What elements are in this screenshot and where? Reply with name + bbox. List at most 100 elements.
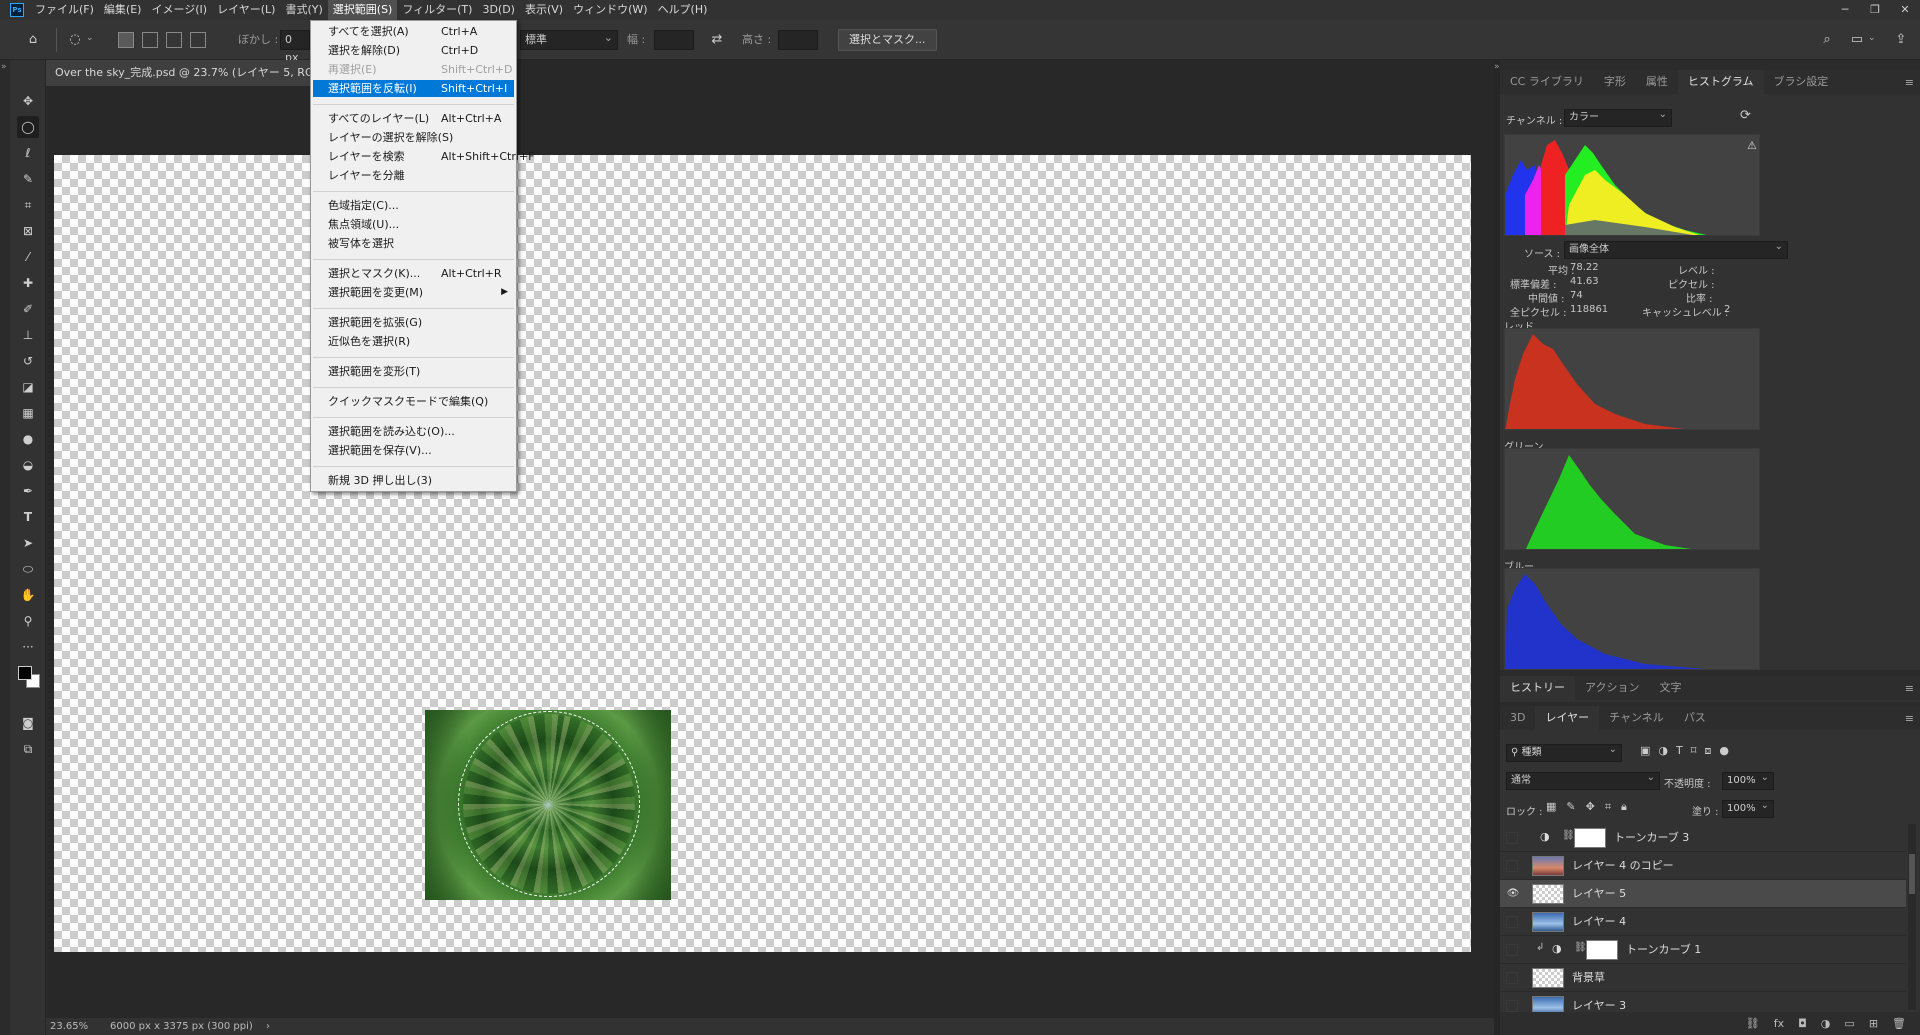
panel-tab[interactable]: ヒストグラム [1677,70,1764,94]
lock-position-icon[interactable]: ✥ [1586,800,1595,814]
menu-item[interactable]: フィルター(T) [397,0,477,20]
type-filter-icon[interactable]: T [1676,744,1683,758]
visibility-toggle[interactable] [1506,972,1518,984]
restore-icon[interactable]: ❐ [1860,0,1890,20]
adjustment-filter-icon[interactable]: ◑ [1658,744,1668,758]
delete-layer-icon[interactable]: 🗑︎ [1892,1017,1906,1030]
layer-name[interactable]: 背景草 [1572,964,1605,992]
link-icon[interactable]: ⛓ [1574,942,1587,953]
panel-tab[interactable]: パス [1674,706,1716,730]
history-brush-tool-icon[interactable]: ↺ [17,350,39,372]
layer-thumbnail[interactable] [1532,884,1564,904]
select-menu-item[interactable]: 選択範囲を変形(T) [313,363,514,380]
layer-name[interactable]: レイヤー 4 [1572,908,1626,936]
quick-mask-icon[interactable]: ◙ [17,712,39,734]
menu-item[interactable]: 書式(Y) [280,0,327,20]
panel-tab[interactable]: 属性 [1636,70,1678,94]
layer-name[interactable]: トーンカーブ 1 [1626,936,1701,964]
select-menu-item[interactable]: すべてのレイヤー(L) Alt+Ctrl+A [313,110,514,127]
layer-row[interactable]: 👁︎ レイヤー 5 [1500,880,1906,908]
shape-filter-icon[interactable]: ⌑ [1691,744,1697,758]
visibility-toggle[interactable] [1506,1000,1518,1012]
close-icon[interactable]: ✕ [1890,0,1920,20]
move-tool-icon[interactable]: ✥ [17,90,39,112]
menu-item[interactable]: 表示(V) [520,0,568,20]
refresh-icon[interactable]: ⟳ [1740,108,1751,123]
subtract-selection-mode-icon[interactable] [166,32,182,48]
dodge-tool-icon[interactable]: ◒ [17,454,39,476]
lock-all-icon[interactable]: 🔒︎ [1621,800,1627,814]
edit-toolbar-icon[interactable]: ··· [17,636,39,658]
elliptical-marquee-tool-icon[interactable]: ◯ [17,116,39,138]
source-select[interactable]: 画像全体 [1564,239,1788,259]
elliptical-marquee-preset-icon[interactable]: ◌ [64,29,86,51]
visibility-toggle[interactable] [1506,944,1518,956]
select-menu-item[interactable]: 色域指定(C)... [313,197,514,214]
panel-menu-icon[interactable]: ≡ [1905,712,1914,725]
panel-tab[interactable]: ヒストリー [1500,676,1575,700]
layer-row[interactable]: レイヤー 4 [1500,908,1906,936]
layer-row[interactable]: レイヤー 3 [1500,992,1906,1012]
select-menu-item[interactable]: すべてを選択(A) Ctrl+A [313,23,514,40]
layer-name[interactable]: レイヤー 3 [1572,992,1626,1012]
panel-tab[interactable]: チャンネル [1599,706,1674,730]
height-input[interactable] [778,30,818,50]
share-icon[interactable]: ⇪ [1890,29,1912,51]
layer-list-scrollbar[interactable] [1908,824,1916,1010]
selection-marquee[interactable] [458,711,640,897]
layer-thumbnail[interactable] [1532,856,1564,876]
select-menu-item[interactable]: レイヤーを検索 Alt+Shift+Ctrl+F [313,148,534,165]
menu-item[interactable]: レイヤー(L) [212,0,280,20]
link-icon[interactable]: ⛓ [1562,830,1575,841]
eraser-tool-icon[interactable]: ◪ [17,376,39,398]
add-selection-mode-icon[interactable] [142,32,158,48]
layer-name[interactable]: トーンカーブ 3 [1614,824,1689,852]
photoshop-logo-icon[interactable]: Ps [10,3,24,17]
expand-panels-icon[interactable]: » [1,62,7,72]
layer-row[interactable]: 背景草 [1500,964,1906,992]
select-menu-item[interactable]: 選択範囲を拡張(G) [313,314,514,331]
select-menu-item[interactable]: 被写体を選択 [313,235,514,252]
select-menu-item[interactable]: クイックマスクモードで編集(Q) [313,393,514,410]
swap-width-height-icon[interactable]: ⇄ [706,29,728,51]
eyedropper-tool-icon[interactable]: ⁄ [17,246,39,268]
menu-item[interactable]: 選択範囲(S) [327,0,398,20]
layer-row[interactable]: ◑ ⛓ トーンカーブ 3 [1500,824,1906,852]
visibility-toggle[interactable] [1506,832,1518,844]
chevron-right-icon[interactable]: › [266,1018,270,1035]
layer-filter-select[interactable]: ⚲ 種類 [1506,742,1622,762]
select-menu-item[interactable]: 近似色を選択(R) [313,333,514,350]
type-tool-icon[interactable]: T [17,506,39,528]
new-layer-icon[interactable]: ⊞ [1869,1017,1878,1030]
layer-thumbnail[interactable] [1532,912,1564,932]
style-select[interactable]: 標準 ⌄ [520,30,618,50]
lock-transparent-icon[interactable]: ▦ [1546,800,1556,814]
chevron-down-icon[interactable]: ⌄ [1868,33,1876,43]
layer-thumbnail[interactable] [1532,996,1564,1012]
crop-tool-icon[interactable]: ⌗ [17,194,39,216]
lock-image-icon[interactable]: ✎ [1566,800,1575,814]
select-menu-item[interactable]: 選択を解除(D) Ctrl+D [313,42,514,59]
select-menu-item[interactable]: レイヤーを分離 [313,167,514,184]
layer-mask-thumbnail[interactable] [1574,828,1606,848]
menu-item[interactable]: ファイル(F) [30,0,99,20]
path-selection-tool-icon[interactable]: ➤ [17,532,39,554]
new-selection-mode-icon[interactable] [118,32,134,48]
select-menu-item[interactable]: 選択範囲を変更(M) ▶ [313,284,514,301]
visibility-toggle[interactable] [1506,860,1518,872]
ellipse-tool-icon[interactable]: ⬭ [17,558,39,580]
workspace-icon[interactable]: ▭ [1846,29,1868,51]
filter-toggle-icon[interactable]: ● [1719,744,1729,758]
opacity-input[interactable]: 100% [1722,770,1774,790]
layer-name[interactable]: レイヤー 4 のコピー [1572,852,1674,880]
menu-item[interactable]: 編集(E) [99,0,147,20]
pixel-filter-icon[interactable]: ▣ [1640,744,1650,758]
gradient-tool-icon[interactable]: ▦ [17,402,39,424]
new-adjustment-icon[interactable]: ◑ [1821,1017,1831,1030]
layer-mask-thumbnail[interactable] [1586,940,1618,960]
home-icon[interactable]: ⌂ [22,29,44,51]
width-input[interactable] [654,30,694,50]
select-menu-item[interactable]: 選択範囲を保存(V)... [313,442,514,459]
fill-input[interactable]: 100% [1722,798,1774,818]
healing-brush-tool-icon[interactable]: ✚ [17,272,39,294]
